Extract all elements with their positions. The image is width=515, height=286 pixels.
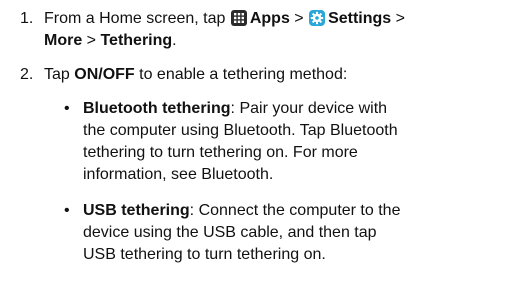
apps-grid-icon (230, 10, 247, 26)
step-1-line-2: More > Tethering. (44, 30, 177, 52)
instruction-document: 1. From a Home screen, tap Apps > Settin… (0, 0, 515, 286)
bullet-title: Bluetooth tethering (83, 100, 231, 117)
step-text: to enable a tethering method: (134, 66, 348, 83)
settings-label: Settings (328, 10, 392, 27)
bullet-text: : Pair your device with (230, 100, 388, 117)
step-end: . (172, 32, 177, 49)
separator: > (289, 10, 309, 27)
separator: > (391, 10, 405, 27)
step-text: Tap (44, 66, 75, 83)
step-number: 1. (20, 10, 34, 27)
bullet-line: USB tethering to turn tethering on. (83, 246, 326, 263)
tethering-label: Tethering (100, 32, 173, 49)
bullet-title: USB tethering (83, 202, 190, 219)
bullet-marker: • (64, 100, 70, 117)
bullet-marker: • (64, 202, 70, 219)
step-number: 2. (20, 66, 34, 83)
bullet-line: Bluetooth tethering: Pair your device wi… (83, 98, 387, 120)
bullet-line: tethering to turn tethering on. For more (83, 144, 358, 161)
bullet-line: USB tethering: Connect the computer to t… (83, 200, 400, 222)
bullet-line: device using the USB cable, and then tap (83, 224, 377, 241)
step-2-line-1: Tap ON/OFF to enable a tethering method: (44, 64, 347, 86)
step-1-line-1: From a Home screen, tap Apps > Settings … (44, 8, 405, 30)
separator: > (82, 32, 101, 49)
onoff-label: ON/OFF (74, 66, 135, 83)
bullet-line: the computer using Bluetooth. Tap Blueto… (83, 122, 398, 139)
more-label: More (44, 32, 83, 49)
bullet-text: : Connect the computer to the (189, 202, 401, 219)
step-text: From a Home screen, tap (44, 10, 230, 27)
bullet-line: information, see Bluetooth. (83, 166, 274, 183)
settings-gear-icon (309, 10, 326, 26)
apps-label: Apps (249, 10, 290, 27)
